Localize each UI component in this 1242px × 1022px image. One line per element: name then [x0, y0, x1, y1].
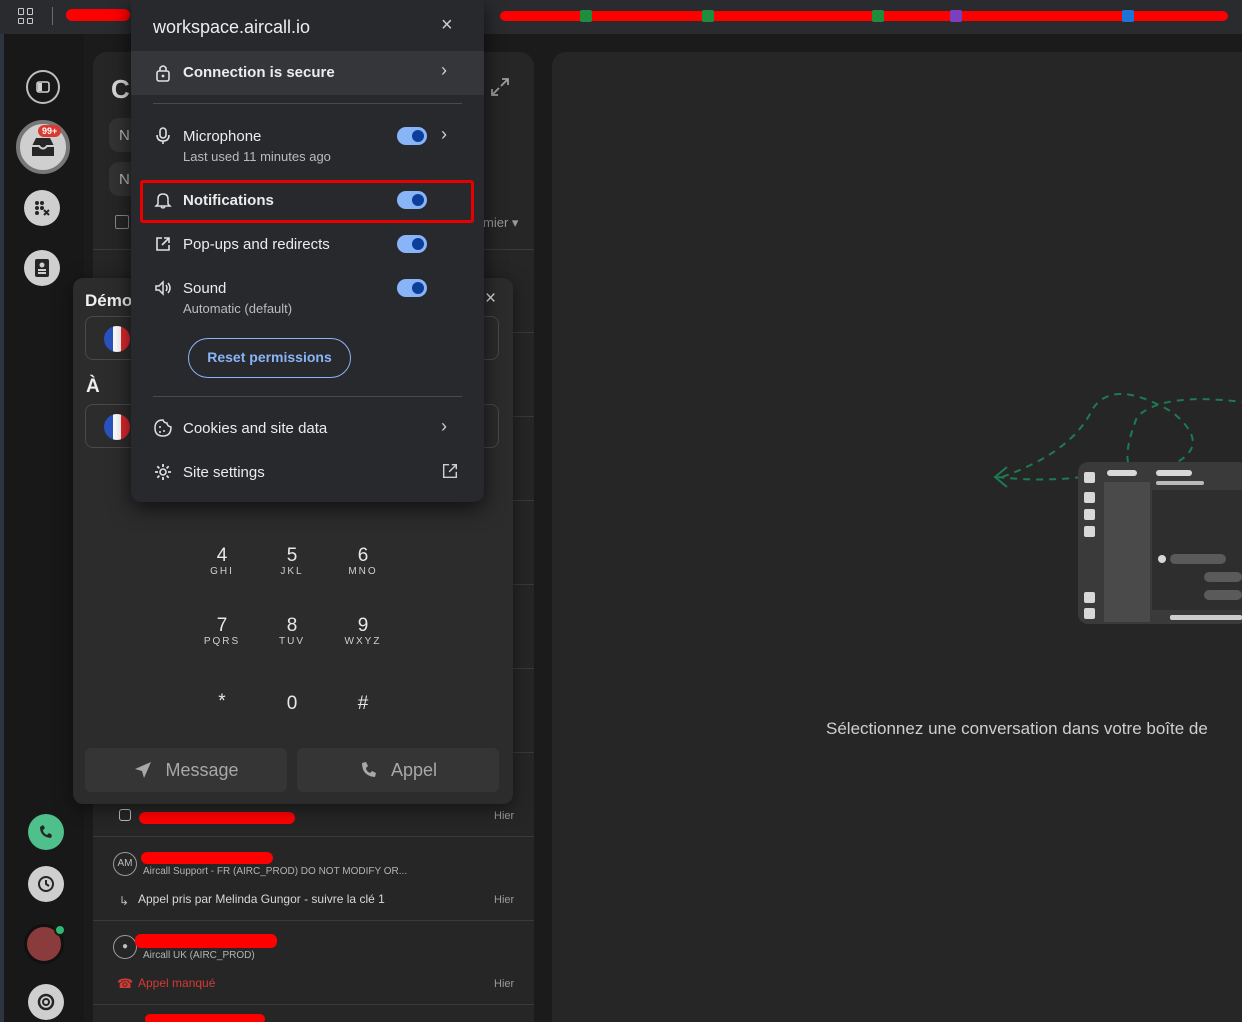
row-time: Hier: [494, 978, 515, 990]
history-icon[interactable]: [28, 866, 64, 902]
dial-key-star[interactable]: *: [192, 692, 252, 712]
sort-dropdown[interactable]: mier ▾: [483, 215, 518, 231]
call-button-label: Appel: [390, 759, 438, 780]
dialer-title: Démo: [85, 291, 133, 310]
left-rail: 99+: [0, 34, 84, 1022]
empty-state-illustration: [993, 393, 1242, 624]
inbox-badge: 99+: [38, 125, 62, 137]
divider: [153, 103, 462, 104]
send-icon: [135, 762, 152, 778]
site-host: workspace.aircall.io: [153, 17, 311, 37]
redacted-contact-name: [139, 812, 295, 824]
popups-row[interactable]: Pop-ups and redirects: [131, 230, 484, 260]
row-status: Appel manqué: [138, 976, 216, 990]
microphone-toggle[interactable]: [397, 127, 427, 145]
dial-key-6[interactable]: 6 MNO: [333, 546, 393, 578]
call-forward-icon: [119, 809, 131, 821]
dial-key-9[interactable]: 9 WXYZ: [333, 616, 393, 648]
avatar: AM: [113, 852, 137, 876]
to-label: À: [86, 376, 100, 397]
close-icon[interactable]: ×: [485, 288, 496, 310]
sound-sub: Automatic (default): [183, 301, 293, 316]
conversation-view: Sélectionnez une conversation dans votre…: [552, 52, 1242, 1022]
redacted-bookmark: [66, 9, 130, 21]
external-link-icon: [156, 237, 170, 251]
list-item[interactable]: ● Aircall UK (AIRC_PROD) ☎ Appel manqué …: [93, 920, 534, 1004]
apps-grid-icon[interactable]: [18, 8, 34, 24]
close-icon[interactable]: ×: [441, 14, 453, 37]
dial-key-8[interactable]: 8 TUV: [262, 616, 322, 648]
bookmark-2-icon[interactable]: [702, 9, 719, 23]
bookmark-5-icon[interactable]: [1122, 9, 1139, 23]
cookie-icon: [154, 419, 172, 437]
france-flag-icon: [104, 326, 130, 352]
missed-call-icon: ☎: [117, 976, 134, 991]
redacted-contact-name: [141, 852, 273, 864]
annotation-highlight: [140, 180, 474, 223]
row-status: Appel pris par Melinda Gungor - suivre l…: [138, 892, 385, 906]
list-title: C: [111, 74, 130, 104]
open-in-new-icon[interactable]: [441, 462, 459, 480]
call-answered-icon: ↳: [119, 894, 130, 908]
microphone-sub: Last used 11 minutes ago: [183, 149, 331, 164]
reset-permissions-button[interactable]: Reset permissions: [188, 338, 351, 378]
help-icon[interactable]: [28, 984, 64, 1020]
dial-key-0[interactable]: 0: [262, 694, 322, 714]
sound-row[interactable]: Sound Automatic (default): [131, 274, 484, 324]
avatar: ●: [113, 935, 137, 959]
connection-secure-row[interactable]: Connection is secure ›: [131, 51, 484, 95]
expand-icon[interactable]: [489, 76, 511, 98]
dial-key-5[interactable]: 5 JKL: [262, 546, 322, 578]
site-info-popup: workspace.aircall.io × Connection is sec…: [131, 0, 484, 502]
message-button-label: Message: [165, 759, 239, 780]
chevron-right-icon[interactable]: ›: [441, 124, 447, 145]
row-time: Hier: [494, 894, 515, 906]
call-center-icon[interactable]: [28, 814, 64, 850]
connection-label: Connection is secure: [183, 64, 335, 81]
call-button[interactable]: Appel: [297, 748, 499, 792]
redacted-bookmarks: [500, 11, 1228, 21]
list-item[interactable]: AM Aircall Support - FR (AIRC_PROD) DO N…: [93, 836, 534, 920]
cookies-row[interactable]: Cookies and site data ›: [131, 414, 484, 444]
divider: [153, 396, 462, 397]
online-status-dot: [54, 924, 66, 936]
select-all-checkbox[interactable]: [115, 215, 129, 229]
gear-icon: [155, 464, 171, 480]
france-flag-icon: [104, 414, 130, 440]
sound-label: Sound: [183, 280, 227, 297]
popups-label: Pop-ups and redirects: [183, 236, 330, 253]
contacts-icon[interactable]: [24, 250, 60, 286]
redacted-contact-name: [135, 934, 277, 948]
redacted-contact-name: [145, 1014, 265, 1022]
site-settings-row[interactable]: Site settings: [131, 458, 484, 488]
sound-toggle[interactable]: [397, 279, 427, 297]
dial-key-7[interactable]: 7 PQRS: [192, 616, 252, 648]
bookmarks-separator: [52, 7, 53, 25]
microphone-icon: [156, 127, 170, 144]
message-button[interactable]: Message: [85, 748, 287, 792]
bookmark-1-icon[interactable]: [580, 9, 597, 23]
sidebar-toggle-icon[interactable]: [26, 70, 60, 104]
dialpad-icon[interactable]: [24, 190, 60, 226]
speaker-icon: [155, 280, 171, 296]
microphone-row[interactable]: Microphone Last used 11 minutes ago ›: [131, 120, 484, 170]
row-divider: [93, 1004, 534, 1005]
cookies-label: Cookies and site data: [183, 420, 328, 437]
row-company: Aircall Support - FR (AIRC_PROD) DO NOT …: [143, 866, 408, 877]
row-time: Hier: [494, 810, 515, 822]
dial-key-4[interactable]: 4 GHI: [192, 546, 252, 578]
row-company: Aircall UK (AIRC_PROD): [143, 950, 255, 961]
chevron-right-icon: ›: [441, 60, 447, 80]
microphone-label: Microphone: [183, 128, 262, 145]
dial-key-hash[interactable]: #: [333, 694, 393, 714]
bookmark-3-icon[interactable]: [872, 9, 889, 23]
bookmark-4-icon[interactable]: [950, 9, 967, 23]
phone-icon: [361, 762, 376, 777]
lock-icon: [156, 65, 170, 82]
site-settings-label: Site settings: [183, 464, 265, 481]
empty-state-text: Sélectionnez une conversation dans votre…: [826, 719, 1208, 738]
popups-toggle[interactable]: [397, 235, 427, 253]
chevron-right-icon: ›: [441, 416, 447, 436]
